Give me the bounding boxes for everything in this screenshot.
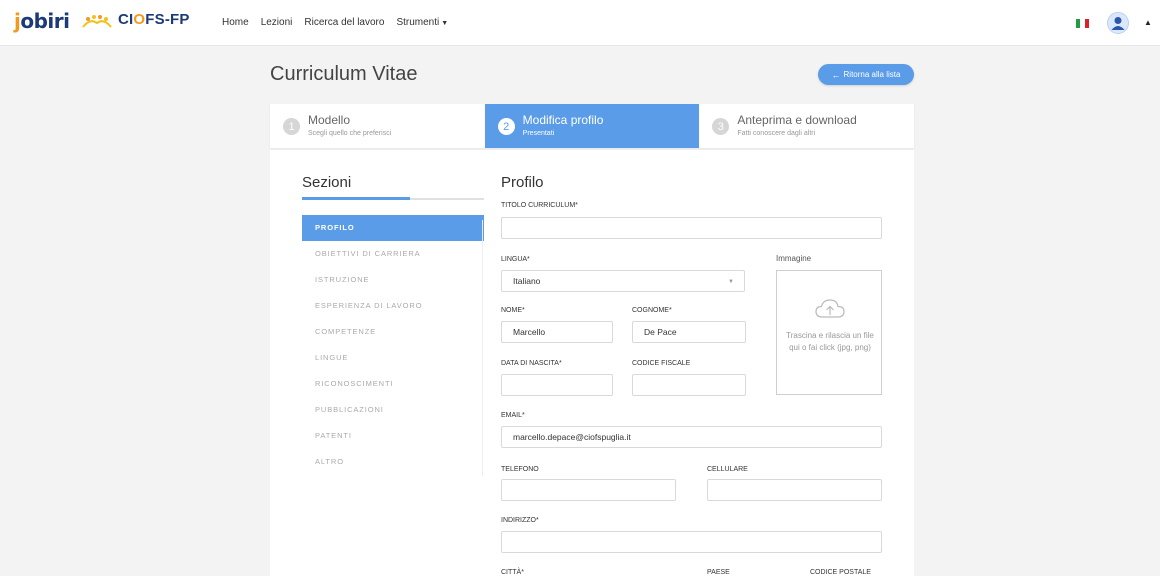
section-item-competenze[interactable]: COMPETENZE [302,319,484,345]
step-modello[interactable]: 1 Modello Scegli quello che preferisci [270,104,485,148]
cv-stepper: 1 Modello Scegli quello che preferisci 2… [270,104,914,148]
section-item-pubblicazioni[interactable]: PUBBLICAZIONI [302,397,484,423]
section-item-obiettivi[interactable]: OBIETTIVI DI CARRIERA [302,241,484,267]
top-navbar: jobiri CIOFS-FP Home Lezioni Ricerca del… [0,0,1160,46]
immagine-label: Immagine [776,254,812,263]
section-item-riconoscimenti[interactable]: RICONOSCIMENTI [302,371,484,397]
back-to-list-label: Ritorna alla lista [843,70,901,79]
lingua-select[interactable]: Italiano ▼ [501,270,745,292]
ciofs-logo-suffix: FS-FP [145,11,190,28]
cloud-upload-icon [815,299,845,318]
paese-label: PAESE [707,569,730,576]
italian-flag-icon[interactable] [1076,19,1089,28]
step-title: Modello [308,113,351,127]
main-nav: Home Lezioni Ricerca del lavoro Strument… [222,17,460,28]
step-subtitle: Presentati [522,130,555,137]
section-item-profilo[interactable]: PROFILO [302,215,484,241]
step-anteprima-download[interactable]: 3 Anteprima e download Fatti conoscere d… [699,104,914,148]
user-avatar-button[interactable] [1107,12,1129,34]
section-item-altro[interactable]: ALTRO [302,449,484,475]
data-nascita-label: DATA DI NASCITA* [501,360,562,367]
step-number: 3 [712,118,730,135]
image-dropzone[interactable]: Trascina e rilascia un file qui o fai cl… [776,270,882,395]
codice-fiscale-label: CODICE FISCALE [632,360,691,367]
nav-strumenti[interactable]: Strumenti ▼ [396,17,448,28]
section-item-istruzione[interactable]: ISTRUZIONE [302,267,484,293]
cognome-label: COGNOME* [632,307,672,314]
form-title: Profilo [501,174,544,191]
indirizzo-label: INDIRIZZO* [501,517,539,524]
cellulare-input[interactable] [707,479,882,501]
arrow-left-icon: ← [831,69,841,80]
step-subtitle: Scegli quello che preferisci [308,130,392,137]
sections-menu: PROFILO OBIETTIVI DI CARRIERA ISTRUZIONE… [302,215,484,475]
email-label: EMAIL* [501,412,525,419]
lingua-value: Italiano [513,276,541,286]
step-modifica-profilo[interactable]: 2 Modifica profilo Presentati [484,104,700,148]
citta-label: CITTÀ* [501,569,524,576]
lingua-label: LINGUA* [501,256,530,263]
profile-card: Sezioni PROFILO OBIETTIVI DI CARRIERA IS… [270,150,914,576]
codice-postale-label: CODICE POSTALE [810,569,871,576]
step-title: Modifica profilo [522,113,604,127]
notification-bell-icon[interactable]: ▲ [1144,18,1152,27]
nome-label: NOME* [501,307,525,314]
people-logo-icon [82,15,112,28]
cognome-input[interactable]: De Pace [632,321,746,343]
titolo-input[interactable] [501,217,882,239]
user-icon [1111,17,1125,30]
cellulare-label: CELLULARE [707,466,748,473]
jobiri-logo-text: obiri [20,9,70,33]
email-input[interactable]: marcello.depace@ciofspuglia.it [501,426,882,448]
sections-progress [302,197,484,200]
section-item-patenti[interactable]: PATENTI [302,423,484,449]
nav-lezioni[interactable]: Lezioni [261,17,293,28]
codice-fiscale-input[interactable] [632,374,746,396]
menu-divider [482,220,483,476]
ciofs-logo[interactable]: CIOFS-FP [118,11,190,28]
step-title: Anteprima e download [737,113,857,127]
ciofs-logo-o: O [133,11,146,28]
caret-down-icon: ▼ [441,20,449,27]
indirizzo-input[interactable] [501,531,882,553]
chevron-down-icon: ▼ [728,279,734,285]
nav-home[interactable]: Home [222,17,249,28]
step-subtitle: Fatti conoscere dagli altri [737,130,816,137]
telefono-input[interactable] [501,479,676,501]
nome-input[interactable]: Marcello [501,321,613,343]
section-item-esperienza[interactable]: ESPERIENZA DI LAVORO [302,293,484,319]
data-nascita-input[interactable] [501,374,613,396]
sections-heading: Sezioni [302,174,352,191]
step-number: 2 [497,118,515,135]
step-number: 1 [283,118,300,135]
page-title: Curriculum Vitae [270,63,418,85]
jobiri-logo[interactable]: jobiri [14,9,70,33]
back-to-list-button[interactable]: ← Ritorna alla lista [818,64,914,85]
dropzone-text: Trascina e rilascia un file qui o fai cl… [786,331,874,352]
section-item-lingue[interactable]: LINGUE [302,345,484,371]
nav-strumenti-label: Strumenti [396,17,440,28]
titolo-label: TITOLO CURRICULUM* [501,202,578,209]
ciofs-logo-prefix: CI [118,11,134,28]
telefono-label: TELEFONO [501,466,539,473]
nav-ricerca-lavoro[interactable]: Ricerca del lavoro [304,17,384,28]
